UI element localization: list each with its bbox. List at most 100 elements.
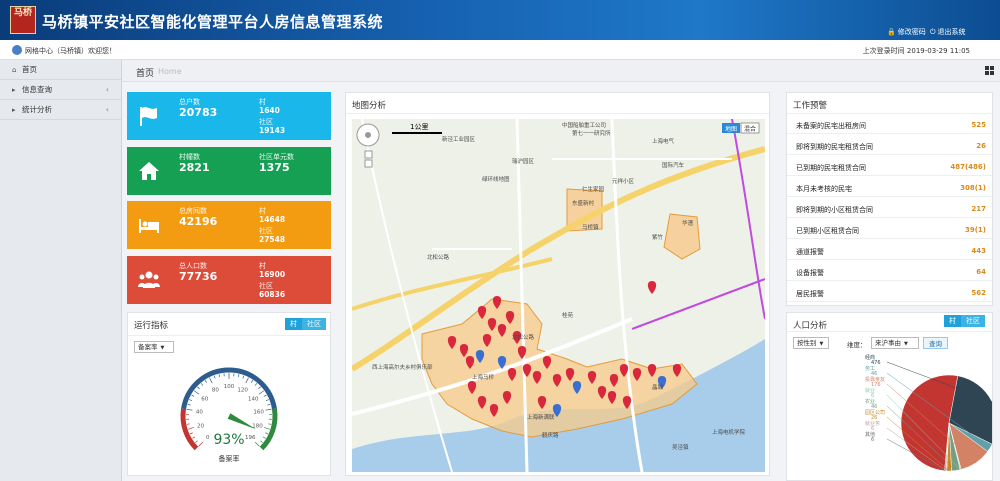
map-place-label: 新泾工业园区 — [442, 135, 476, 143]
gauge-tick — [245, 377, 249, 384]
gauge-tick-label: 0 — [206, 435, 210, 441]
map-place-label: 上海马桥 — [472, 373, 495, 381]
population-pie-chart: 经商476务工46投靠亲友176就业6农业46园区公司26就业务6其他6 — [865, 354, 992, 472]
warning-row[interactable]: 未备案的民宅出租房间 525 — [787, 115, 992, 134]
gauge-tick-label: 60 — [201, 396, 208, 402]
user-avatar — [12, 45, 22, 55]
warning-label: 未备案的民宅出租房间 — [796, 122, 866, 130]
flag-icon — [140, 107, 157, 126]
warning-count: 39(1) — [964, 226, 986, 234]
app-header: 马桥 马桥镇平安社区智能化管理平台人房信息管理系统 🔒 修改密码 ⏻ 退出系统 — [0, 0, 1000, 40]
warning-row[interactable]: 居民报警 562 — [787, 283, 992, 302]
gauge-tick — [218, 374, 221, 378]
sidebar: ⌂ 首页 ▸ 信息查询 ‹ ▸ 统计分析 ‹ — [0, 60, 122, 481]
warning-count: 487(486) — [950, 163, 986, 171]
gauge-tick-label: 120 — [237, 387, 248, 393]
sidebar-item-query[interactable]: ▸ 信息查询 ‹ — [0, 80, 121, 100]
warning-label: 已到期小区租赁合同 — [796, 227, 859, 235]
gauge-tick-label: 20 — [197, 423, 204, 429]
warning-label: 即将到期的小区租赁合同 — [796, 206, 873, 214]
sidebar-item-home[interactable]: ⌂ 首页 — [0, 60, 121, 80]
gauge-tick — [258, 390, 264, 395]
divider — [787, 113, 992, 114]
map-canvas[interactable]: 中国船舶重工公司第七一一研究所新泾工业园区瑞沪园区 上海电气国际汽车仁生家园东盛新… — [352, 119, 765, 472]
warning-count: 308(1) — [960, 184, 986, 192]
gauge-tick — [265, 408, 272, 411]
gauge-tick — [194, 390, 200, 395]
welcome-text: 网格中心（马桥镇）欢迎您！ — [25, 47, 116, 55]
warning-count: 525 — [971, 121, 986, 129]
warning-count: 217 — [971, 205, 986, 213]
gauge-tick-label: 80 — [212, 387, 219, 393]
map-place-label: 仁生家园 — [582, 185, 605, 193]
warning-label: 设备报警 — [796, 269, 824, 277]
run-indicators-title: 运行指标 — [134, 321, 169, 331]
divider — [346, 113, 769, 114]
gauge-tick-label: 140 — [248, 396, 259, 402]
population-title: 人口分析 — [793, 321, 828, 331]
divider — [128, 335, 330, 336]
gauge-tick — [197, 386, 200, 390]
map-place-label: 北松公路 — [427, 253, 450, 261]
grid-icon[interactable] — [985, 66, 994, 75]
house-icon — [139, 162, 159, 180]
metric-select[interactable]: 备案率 ▼ — [134, 341, 174, 353]
logout-link[interactable]: ⏻ 退出系统 — [930, 27, 966, 37]
warning-row[interactable]: 已到期的民宅租赁合同 487(486) — [787, 157, 992, 176]
warning-count: 562 — [971, 289, 986, 297]
warning-row[interactable]: 已到期小区租赁合同 39(1) — [787, 220, 992, 239]
map-place-label: 紫竹 — [652, 233, 664, 241]
map-place-label: 元祥小区 — [612, 177, 635, 185]
stat-card-population: 总人口数 77736 村 16900 社区 60836 — [127, 256, 331, 304]
chevron-down-icon: ▼ — [904, 341, 908, 347]
warning-count: 64 — [976, 268, 986, 276]
chevron-down-icon: ▼ — [160, 345, 165, 351]
map-pan-center — [365, 132, 371, 138]
query-button[interactable]: 查询 — [923, 337, 948, 349]
gauge-tick — [242, 375, 245, 379]
warning-row[interactable]: 即将到期的民宅租赁合同 26 — [787, 136, 992, 155]
app-title: 马桥镇平安社区智能化管理平台人房信息管理系统 — [42, 13, 384, 31]
warning-count: 26 — [976, 142, 986, 150]
lock-icon: 🔒 — [887, 28, 896, 36]
gauge-tick — [265, 432, 269, 435]
layer-map-label: 地图 — [725, 125, 737, 133]
gauge-tick — [192, 436, 196, 439]
gauge-tick — [204, 380, 208, 383]
stat-card-households: 总户数 20783 村 1640 社区 19143 — [127, 92, 331, 140]
change-password-link[interactable]: 🔒 修改密码 — [887, 27, 926, 37]
map-place-label: 中国船舶重工公司 — [562, 121, 606, 129]
gauge-value: 93% — [213, 432, 244, 448]
gauge-needle — [227, 413, 256, 430]
sidebar-item-stats[interactable]: ▸ 统计分析 ‹ — [0, 100, 121, 120]
map-place-label: 第七一一研究所 — [572, 129, 611, 137]
dimension-select[interactable]: 来沪事由 ▼ — [871, 337, 919, 349]
toggle-village[interactable]: 村 — [285, 318, 302, 330]
people-icon — [138, 271, 160, 288]
toggle-village[interactable]: 村 — [944, 315, 961, 327]
toggle-community[interactable]: 社区 — [961, 315, 985, 327]
gauge-tick — [186, 408, 193, 411]
zoom-out-button[interactable] — [364, 159, 373, 168]
warning-row[interactable]: 设备报警 64 — [787, 262, 992, 281]
map-place-label: 鹤庆路 — [542, 431, 559, 439]
map-place-label: 晶城 — [652, 384, 664, 391]
warning-row[interactable]: 即将到期的小区租赁合同 217 — [787, 199, 992, 218]
toggle-community[interactable]: 社区 — [302, 318, 326, 330]
warning-row[interactable]: 本月未考核的民宅 308(1) — [787, 178, 992, 197]
zoom-in-button[interactable] — [364, 150, 373, 159]
population-filter-select[interactable]: 按性别 ▼ — [793, 337, 829, 349]
map-place-label: 北松公路 — [512, 333, 535, 341]
map-place-label: 上海电机学院 — [712, 428, 746, 436]
caret-right-icon: ▸ — [12, 105, 16, 114]
gauge-tick — [187, 427, 194, 430]
map-place-label: 上海电气 — [652, 137, 675, 145]
gauge-tick-label: 40 — [196, 409, 203, 415]
caret-right-icon: ▸ — [12, 85, 16, 94]
warning-row[interactable]: 通道报警 443 — [787, 241, 992, 260]
run-indicators-panel: 运行指标 村 社区 备案率 ▼ 0 20 40 60 80 100 120 140 160 180 1… — [127, 312, 331, 476]
gauge-tick — [265, 399, 269, 402]
gauge-tick-label: 100 — [224, 384, 235, 390]
map-place-label: 东盛新村 — [572, 199, 595, 207]
gauge-tick — [260, 440, 263, 443]
